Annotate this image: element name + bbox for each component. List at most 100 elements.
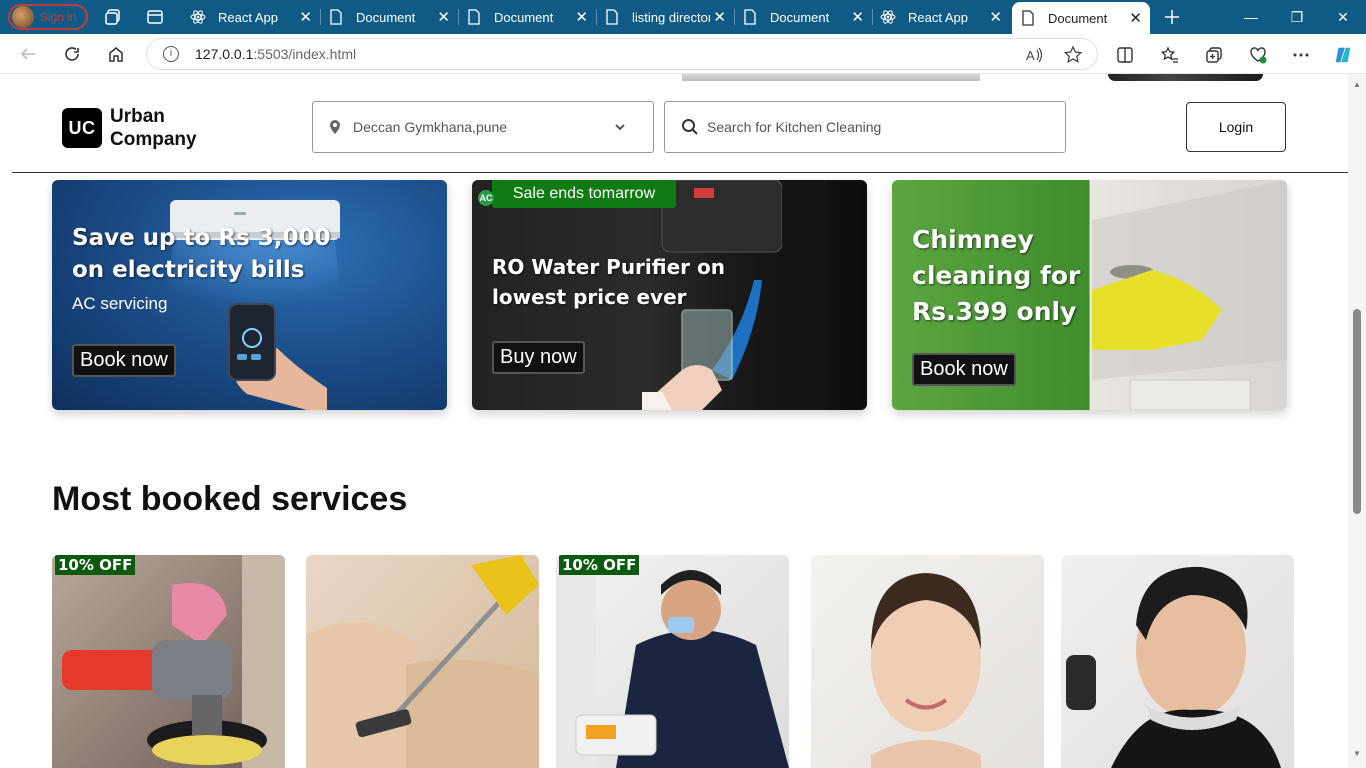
minimize-icon[interactable]: —	[1228, 0, 1274, 34]
location-text: Deccan Gymkhana,pune	[353, 119, 508, 135]
home-icon[interactable]	[106, 44, 126, 64]
close-icon[interactable]: ✕	[713, 8, 726, 26]
banner-title: Chimney cleaning for Rs.399 only	[912, 222, 1112, 330]
tab-document-2[interactable]: Document ✕	[458, 0, 597, 34]
buy-now-button[interactable]: Buy now	[492, 341, 585, 374]
banner-title-line: Rs.399 only	[912, 297, 1077, 326]
tab-document-3[interactable]: Document ✕	[734, 0, 873, 34]
site-header: UC Urban Company Deccan Gymkhana,pune Lo…	[12, 81, 1348, 173]
tab-label: Document	[1048, 10, 1108, 26]
workspaces-icon[interactable]	[104, 8, 122, 26]
location-pin-icon	[327, 119, 343, 135]
new-tab-icon[interactable]	[1163, 8, 1181, 26]
tab-listing-directory[interactable]: listing director ✕	[596, 0, 735, 34]
favorites-icon[interactable]	[1160, 45, 1180, 65]
banner-title-line: RO Water Purifier on	[492, 255, 725, 279]
tab-label: listing director	[632, 9, 710, 25]
sale-ends-tag: Sale ends tomarrow	[492, 180, 676, 208]
service-card-haircut[interactable]	[1061, 555, 1294, 768]
haircut-model-image	[1066, 566, 1281, 768]
tab-label: Document	[770, 9, 830, 25]
tab-document-active[interactable]: Document ✕	[1012, 2, 1150, 34]
tab-label: React App	[908, 9, 968, 25]
collections-icon[interactable]	[1204, 45, 1224, 65]
promo-banner-chimney-cleaning[interactable]: Chimney cleaning for Rs.399 only Book no…	[892, 180, 1287, 410]
tab-label: Document	[356, 9, 416, 25]
logo-mark: UC	[62, 108, 102, 148]
phone-in-hand-image	[228, 303, 327, 410]
book-now-button[interactable]: Book now	[912, 353, 1016, 386]
copilot-icon[interactable]	[1333, 45, 1353, 65]
bathroom-cleaning-image	[556, 555, 789, 768]
login-button[interactable]: Login	[1186, 102, 1286, 152]
split-screen-icon[interactable]	[1115, 45, 1135, 65]
avatar	[12, 6, 34, 28]
site-info-icon[interactable]: i	[163, 46, 179, 62]
tab-document-1[interactable]: Document ✕	[320, 0, 459, 34]
service-card-floor-polishing[interactable]: 10% OFF	[52, 555, 285, 768]
section-title: Most booked services	[52, 480, 408, 518]
profile-label: Sign in	[40, 10, 77, 24]
page-viewport: UC Urban Company Deccan Gymkhana,pune Lo…	[0, 74, 1348, 768]
banner-title-line: Chimney	[912, 225, 1034, 254]
favorite-star-icon[interactable]	[1063, 45, 1083, 65]
search-icon	[681, 118, 699, 136]
banner-subtitle: AC servicing	[72, 294, 168, 313]
browser-tab-bar: Sign in React App ✕ Document ✕ Document …	[0, 0, 1366, 34]
location-selector[interactable]: Deccan Gymkhana,pune	[312, 101, 654, 153]
url-path: :5503/index.html	[253, 46, 357, 62]
profile-button[interactable]: Sign in	[8, 4, 88, 30]
tab-react-app-2[interactable]: React App ✕	[872, 0, 1010, 34]
service-card-facial[interactable]	[811, 555, 1044, 768]
logo-line-1: Urban	[110, 106, 165, 127]
promo-banner-water-purifier[interactable]: Sale ends tomarrow AC RO Water Purifier …	[472, 180, 867, 410]
promo-banner-ac-servicing[interactable]: Save up to Rs 3,000 on electricity bills…	[52, 180, 447, 410]
document-icon	[1020, 10, 1036, 26]
svg-text:A: A	[1026, 48, 1035, 63]
tab-react-app-1[interactable]: React App ✕	[182, 0, 321, 34]
facial-model-image	[871, 573, 981, 768]
floor-polisher-image	[62, 555, 285, 768]
window-close-icon[interactable]: ✕	[1320, 0, 1366, 34]
tab-actions-icon[interactable]	[146, 8, 164, 26]
url-host: 127.0.0.1	[195, 46, 254, 62]
read-aloud-icon[interactable]: A	[1024, 45, 1044, 65]
scroll-down-icon[interactable]: ▼	[1353, 749, 1361, 758]
banner-title-line: lowest price ever	[492, 285, 687, 309]
url-field[interactable]: i 127.0.0.1:5503/index.html	[146, 38, 1098, 70]
service-card-bathroom-cleaning[interactable]: 10% OFF	[556, 555, 789, 768]
performance-icon[interactable]	[1248, 45, 1268, 65]
scrollbar-thumb[interactable]	[1353, 309, 1361, 514]
restore-icon[interactable]: ❐	[1274, 0, 1320, 34]
site-logo[interactable]: UC Urban Company	[62, 105, 197, 151]
book-now-button[interactable]: Book now	[72, 344, 176, 377]
banner-title: Save up to Rs 3,000 on electricity bills	[72, 222, 352, 286]
refresh-icon[interactable]	[62, 44, 82, 64]
discount-badge: 10% OFF	[55, 555, 136, 575]
chimney-cleaning-image	[1092, 180, 1287, 410]
banner-title-line: Save up to Rs 3,000	[72, 225, 331, 251]
chevron-down-icon	[613, 120, 627, 134]
more-options-icon[interactable]	[1291, 45, 1311, 65]
page-scrollbar[interactable]: ▲ ▼	[1348, 74, 1366, 768]
logo-text: Urban Company	[110, 105, 197, 151]
banner-title: RO Water Purifier on lowest price ever	[492, 252, 752, 312]
carousel-image-peek	[682, 74, 980, 81]
search-box[interactable]	[664, 101, 1066, 153]
document-icon	[328, 9, 344, 25]
close-icon[interactable]: ✕	[437, 8, 450, 26]
react-icon	[880, 9, 896, 25]
sofa-cleaning-image	[306, 555, 539, 768]
service-card-sofa-cleaning[interactable]	[306, 555, 539, 768]
scroll-up-icon[interactable]: ▲	[1353, 80, 1361, 89]
back-icon[interactable]	[18, 44, 38, 64]
discount-badge: 10% OFF	[559, 555, 640, 575]
close-icon[interactable]: ✕	[1129, 9, 1142, 27]
banner-title-line: on electricity bills	[72, 257, 305, 283]
close-icon[interactable]: ✕	[299, 8, 312, 26]
search-input[interactable]	[707, 119, 1047, 135]
close-icon[interactable]: ✕	[575, 8, 588, 26]
tab-label: React App	[218, 9, 278, 25]
close-icon[interactable]: ✕	[851, 8, 864, 26]
close-icon[interactable]: ✕	[989, 8, 1002, 26]
